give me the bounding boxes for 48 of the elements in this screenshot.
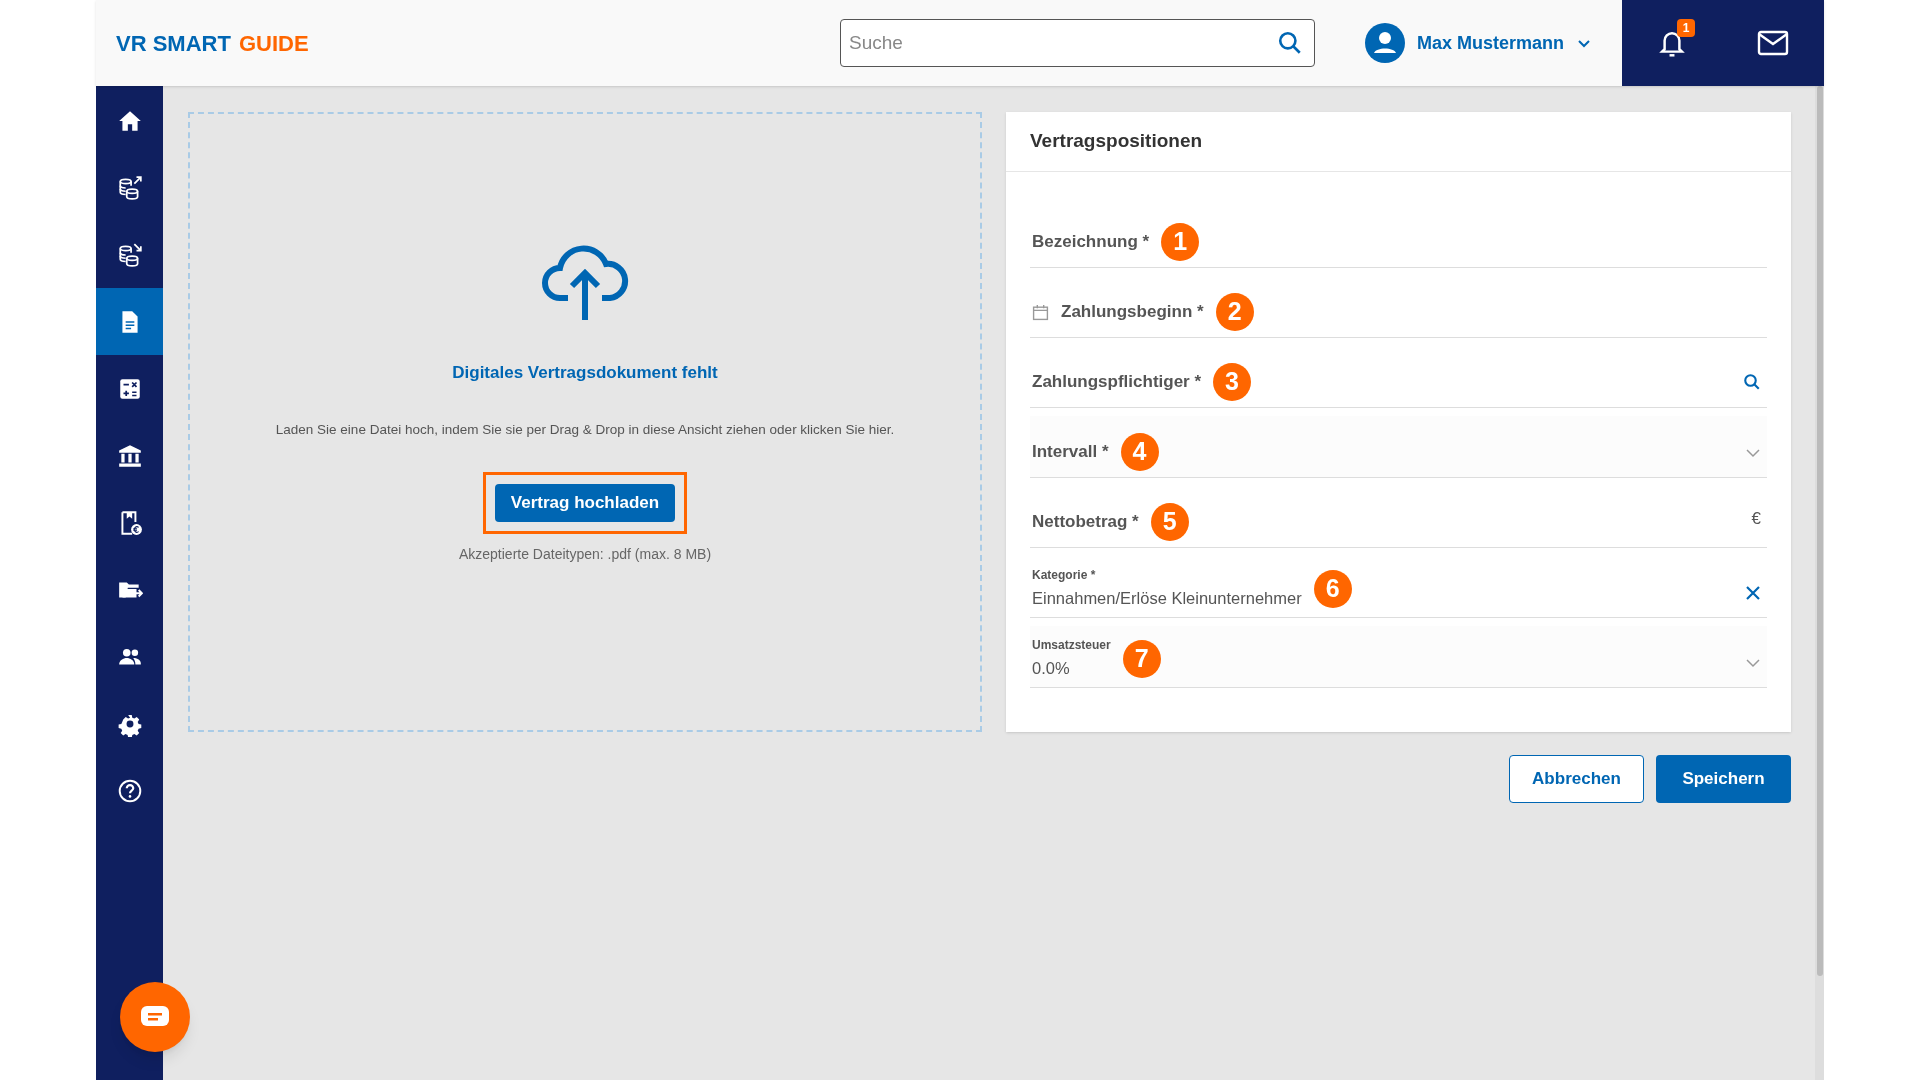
field-label: Intervall * xyxy=(1032,441,1109,464)
upload-drop-zone[interactable]: Digitales Vertragsdokument fehlt Laden Sie eine Datei hoch, indem Sie sie per Drag & Drop in diese Ansicht ziehen oder klicken Sie hier. Vertrag hochladen Akzeptierte Dateitypen: .pdf (max. 8 MB) xyxy=(188,112,982,732)
user-avatar-icon[interactable] xyxy=(1365,23,1405,63)
search-icon[interactable] xyxy=(1743,373,1761,391)
step-marker: 4 xyxy=(1120,433,1159,471)
scrollbar[interactable] xyxy=(1815,86,1824,1080)
input-field[interactable]: Zahlungsbeginn * 2 xyxy=(1030,276,1767,338)
save-button[interactable]: Speichern xyxy=(1656,755,1791,803)
upload-button[interactable]: Vertrag hochladen xyxy=(494,483,676,522)
input-field[interactable]: Bezeichnung * 1 xyxy=(1030,206,1767,268)
input-field[interactable]: Zahlungspflichtiger * 3 xyxy=(1030,346,1767,408)
field-label: Bezeichnung * xyxy=(1032,231,1150,254)
field-label: Zahlungspflichtiger * xyxy=(1032,371,1202,394)
upload-title: Digitales Vertragsdokument fehlt xyxy=(452,362,718,384)
step-marker: 6 xyxy=(1313,569,1352,608)
step-marker: 1 xyxy=(1161,223,1200,261)
search-icon[interactable] xyxy=(1277,30,1303,56)
field-value: Einnahmen/Erlöse Kleinunternehmer xyxy=(1032,588,1302,610)
user-name[interactable]: Max Mustermann xyxy=(1417,29,1565,57)
calendar-icon xyxy=(1032,303,1049,321)
currency-suffix: € xyxy=(1751,508,1761,528)
step-marker: 5 xyxy=(1150,503,1189,541)
logo-text: VR SMART xyxy=(116,29,231,58)
file-type-hint: Akzeptierte Dateitypen: .pdf (max. 8 MB) xyxy=(458,544,712,564)
coins-up-icon xyxy=(116,174,143,201)
notification-badge: 1 xyxy=(1677,19,1695,37)
step-marker: 3 xyxy=(1213,363,1252,401)
field-label: Kategorie * xyxy=(1032,567,1097,585)
input-field[interactable]: Nettobetrag * 5 € xyxy=(1030,486,1767,548)
field-label: Nettobetrag * xyxy=(1032,511,1139,534)
search-field[interactable]: Suche xyxy=(840,19,1315,67)
help-icon xyxy=(116,777,143,804)
clear-icon[interactable] xyxy=(1745,585,1761,601)
coins-down-icon xyxy=(116,241,143,268)
cancel-button[interactable]: Abbrechen xyxy=(1509,755,1644,803)
field-value: 0.0% xyxy=(1032,658,1071,680)
card-title: Vertragspositionen xyxy=(1030,129,1203,154)
mail-icon[interactable] xyxy=(1757,30,1789,56)
input-field[interactable]: Kategorie * Einnahmen/Erlöse Kleinunternehmer 6 xyxy=(1030,556,1767,618)
upload-description: Laden Sie eine Datei hoch, indem Sie sie per Drag & Drop in diese Ansicht ziehen oder klicken Sie hier. xyxy=(275,420,895,439)
chat-icon xyxy=(140,1005,170,1029)
step-marker: 2 xyxy=(1215,293,1254,331)
logo-text: GUIDE xyxy=(238,29,309,58)
step-marker: 7 xyxy=(1122,639,1161,678)
bank-icon xyxy=(116,442,143,469)
cloud-upload-icon xyxy=(540,244,630,322)
field-label: Zahlungsbeginn * xyxy=(1061,301,1204,324)
field-label: Umsatzsteuer xyxy=(1032,637,1111,655)
